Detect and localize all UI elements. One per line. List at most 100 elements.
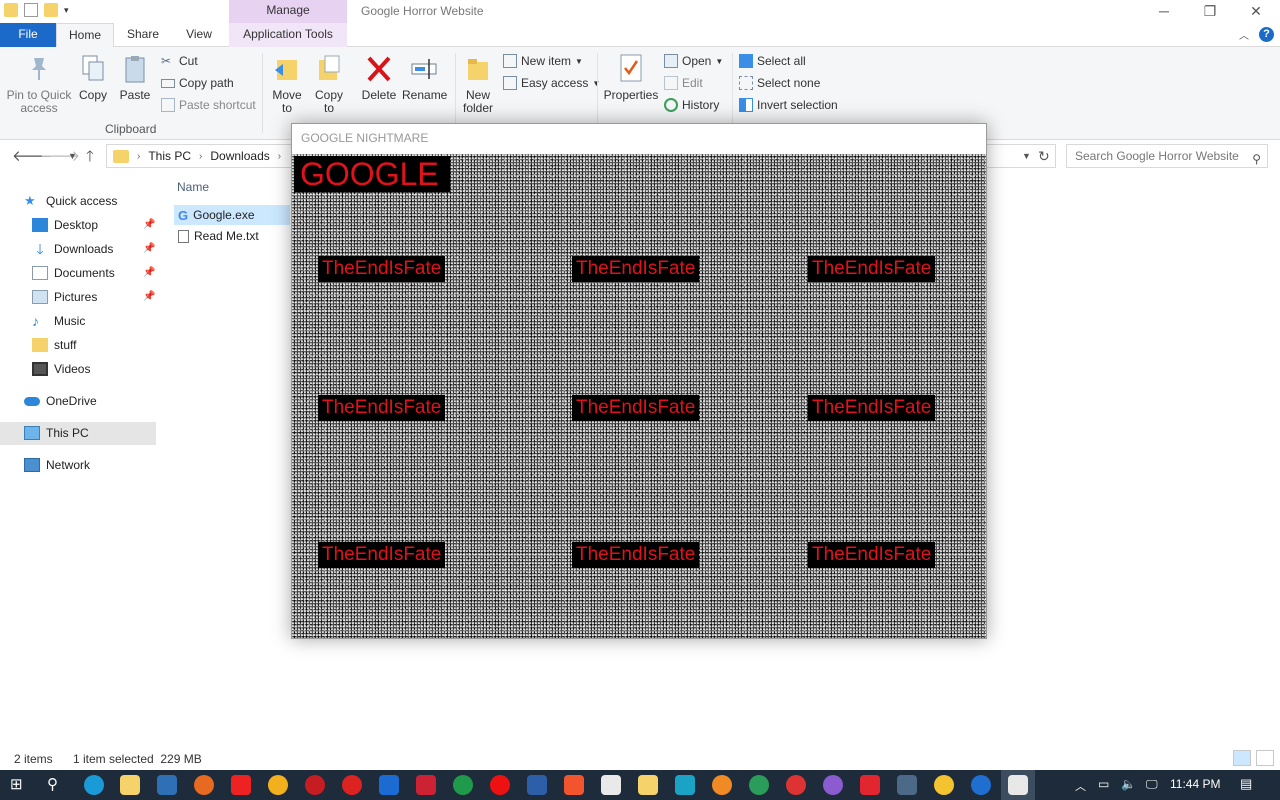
breadcrumb-this-pc[interactable]: This PC [148, 149, 191, 163]
opera-gx-icon[interactable] [490, 775, 510, 795]
paint-icon[interactable] [601, 775, 621, 795]
app-icon[interactable] [527, 775, 547, 795]
nav-item-pictures[interactable]: Pictures [32, 286, 97, 308]
browser-icon[interactable] [453, 775, 473, 795]
paste-shortcut-button[interactable]: Paste shortcut [161, 96, 256, 114]
shield-icon[interactable] [379, 775, 399, 795]
easy-access-button[interactable]: Easy access ▼ [503, 74, 600, 92]
nav-item-onedrive[interactable]: OneDrive [24, 390, 97, 412]
nav-item-documents[interactable]: Documents [32, 262, 115, 284]
windows-start-icon[interactable]: ⊞ [10, 775, 23, 793]
up-arrow-icon[interactable]: 🡑 [86, 146, 94, 171]
minimize-button[interactable]: ─ [1141, 0, 1187, 23]
delete-button[interactable]: Delete [361, 53, 397, 102]
copy-to-button[interactable]: Copy to [312, 53, 346, 115]
nav-item-downloads[interactable]: 🡓 Downloads [32, 238, 113, 260]
address-dropdown-icon[interactable]: ▼ [1022, 151, 1031, 161]
network-status-icon[interactable]: 🖵 [1146, 777, 1158, 792]
recent-locations-icon[interactable]: ▼ [68, 151, 77, 161]
restore-button[interactable]: ❐ [1187, 0, 1233, 23]
yandex-icon[interactable] [231, 775, 251, 795]
refresh-icon[interactable]: ↻ [1038, 148, 1050, 165]
nav-item-network[interactable]: Network [24, 454, 90, 476]
quick-access-toolbar: ▾ [4, 3, 69, 17]
cut-button[interactable]: ✂ Cut [161, 52, 198, 70]
battery-icon[interactable]: ▭ [1098, 777, 1109, 791]
tab-file[interactable]: File [0, 23, 56, 47]
select-none-button[interactable]: Select none [739, 74, 820, 92]
tab-share[interactable]: Share [118, 23, 168, 47]
nav-label: Videos [54, 362, 91, 376]
paste-button[interactable]: Paste [118, 53, 152, 102]
tab-view[interactable]: View [176, 23, 222, 47]
select-all-button[interactable]: Select all [739, 52, 806, 70]
nav-item-quick-access[interactable]: ★ Quick access [24, 190, 117, 212]
new-item-button[interactable]: New item ▼ [503, 52, 583, 70]
edge-icon[interactable] [84, 775, 104, 795]
chrome-icon[interactable] [268, 775, 288, 795]
blue-globe-icon[interactable] [971, 775, 991, 795]
file-explorer-icon[interactable] [120, 775, 140, 795]
nav-item-stuff[interactable]: stuff [32, 334, 76, 356]
properties-check-icon[interactable] [24, 3, 38, 17]
collapse-ribbon-icon[interactable]: ︿ [1239, 27, 1249, 42]
firefox-icon[interactable] [194, 775, 214, 795]
popup-window[interactable]: GOOGLE NIGHTMARE GOOGLE TheEndIsFate The… [291, 123, 987, 639]
vivaldi-alt-icon[interactable] [860, 775, 880, 795]
tab-manage[interactable]: Manage [229, 0, 347, 23]
pin-icon: 📌 [143, 243, 156, 254]
chevron-up-icon[interactable]: ︿ [1075, 778, 1086, 794]
chrome-alt-icon[interactable] [934, 775, 954, 795]
network-icon [24, 458, 40, 472]
copy-path-button[interactable]: Copy path [161, 74, 234, 92]
nightmare-app-icon[interactable] [1008, 775, 1028, 795]
volume-icon[interactable]: 🔈 [1121, 777, 1136, 791]
properties-button[interactable]: Properties [603, 53, 659, 102]
file-row[interactable]: G Google.exe [174, 205, 290, 225]
help-icon[interactable]: ? [1259, 27, 1274, 42]
red-browser-icon[interactable] [786, 775, 806, 795]
move-to-button[interactable]: Move to [270, 53, 304, 115]
pin-to-quick-access-button[interactable]: Pin to Quick access [5, 53, 73, 115]
fate-label: TheEndIsFate [572, 256, 700, 282]
search-input[interactable]: Search Google Horror Website ⚲ [1066, 144, 1268, 168]
search-icon[interactable]: ⚲ [47, 775, 58, 793]
details-view-button[interactable] [1233, 750, 1251, 766]
open-label: Open [682, 54, 712, 68]
brave-icon[interactable] [564, 775, 584, 795]
file-row[interactable]: Read Me.txt [174, 226, 290, 246]
nav-item-videos[interactable]: Videos [32, 358, 90, 380]
image-viewer-icon[interactable] [675, 775, 695, 795]
new-folder-icon[interactable] [44, 3, 58, 17]
window-app-icon[interactable] [897, 775, 917, 795]
purple-browser-icon[interactable] [823, 775, 843, 795]
close-button[interactable]: ✕ [1233, 0, 1279, 23]
notes-icon[interactable] [638, 775, 658, 795]
tab-home[interactable]: Home [56, 23, 114, 48]
invert-selection-button[interactable]: Invert selection [739, 96, 838, 114]
edit-button[interactable]: Edit [664, 74, 703, 92]
store-icon[interactable] [157, 775, 177, 795]
breadcrumb-downloads[interactable]: Downloads [210, 149, 269, 163]
column-header-name[interactable]: Name [177, 180, 209, 194]
copy-button[interactable]: Copy [76, 53, 110, 102]
action-center-icon[interactable]: ▤ [1240, 776, 1252, 792]
scissors-icon: ✂ [161, 54, 172, 68]
open-button[interactable]: Open ▼ [664, 52, 723, 70]
nav-item-music[interactable]: ♪ Music [32, 310, 85, 332]
tab-application-tools[interactable]: Application Tools [229, 23, 347, 47]
nav-item-desktop[interactable]: Desktop [32, 214, 98, 236]
clock[interactable]: 11:44 PM [1170, 777, 1220, 791]
orange-app-icon[interactable] [712, 775, 732, 795]
history-button[interactable]: History [664, 96, 719, 114]
customize-toolbar-icon[interactable]: ▾ [64, 5, 69, 16]
globe-icon[interactable] [749, 775, 769, 795]
new-folder-button[interactable]: New folder [460, 53, 496, 115]
vivaldi-icon[interactable] [342, 775, 362, 795]
camera-icon[interactable] [416, 775, 436, 795]
opera-icon[interactable] [305, 775, 325, 795]
nav-item-this-pc[interactable]: This PC [24, 422, 89, 444]
rename-button[interactable]: Rename [402, 53, 447, 102]
large-icons-view-button[interactable] [1256, 750, 1274, 766]
history-icon [664, 98, 678, 112]
